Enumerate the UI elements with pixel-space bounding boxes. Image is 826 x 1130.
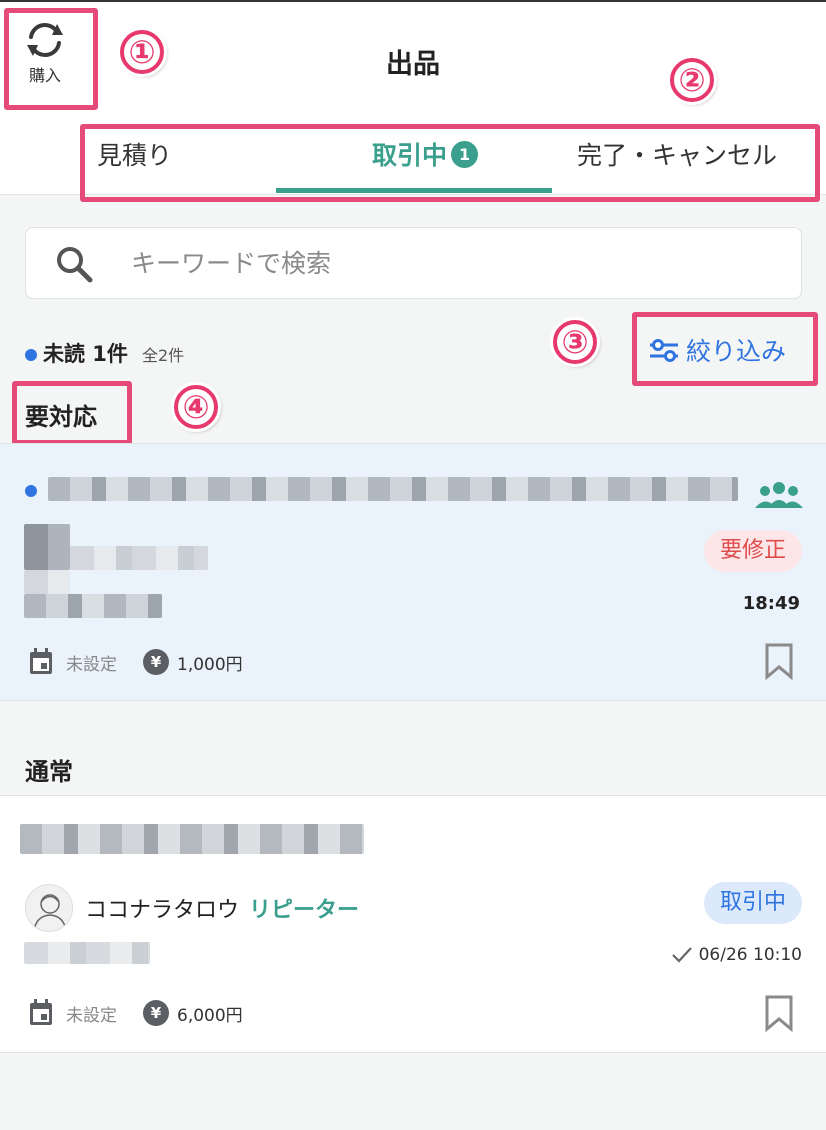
redacted-thumbnail: [24, 524, 70, 570]
bookmark-icon[interactable]: [764, 642, 794, 680]
card-meta: 未設定 ¥ 1,000円: [28, 648, 243, 676]
unread-dot-icon: [25, 349, 37, 361]
yen-icon: ¥: [143, 649, 169, 675]
unread-indicator: [25, 485, 37, 497]
search-box[interactable]: [25, 227, 802, 299]
transaction-card-normal[interactable]: ココナラタロウ リピーター 取引中 06/26 10:10 未設定 ¥ 6,00…: [0, 795, 826, 1053]
calendar-icon: [30, 999, 52, 1025]
annotation-number-2: ②: [670, 58, 714, 102]
last-update: 06/26 10:10: [671, 945, 802, 965]
top-border: [0, 0, 826, 2]
unread-count: 未読 1件: [43, 342, 128, 366]
user-name[interactable]: ココナラタロウ: [85, 892, 239, 924]
delivery-date: 未設定: [66, 654, 117, 675]
redacted-detail-3: [24, 594, 162, 618]
calendar-icon: [30, 648, 52, 674]
card-meta: 未設定 ¥ 6,000円: [28, 999, 243, 1027]
group-icon: [755, 482, 803, 508]
user-portrait-icon: [33, 894, 67, 931]
status-badge-needs-fix: 要修正: [703, 530, 802, 572]
redacted-title: [20, 824, 364, 854]
bookmark-icon[interactable]: [764, 994, 794, 1032]
yen-icon: ¥: [143, 1000, 169, 1026]
redacted-detail-1: [70, 546, 208, 570]
price: 1,000円: [177, 654, 243, 675]
annotation-box-2: [80, 124, 820, 202]
user-row: ココナラタロウ リピーター: [25, 884, 359, 932]
annotation-box-1: [4, 8, 98, 110]
repeater-badge: リピーター: [249, 898, 360, 923]
annotation-number-4: ④: [174, 385, 218, 429]
last-update-datetime: 06/26 10:10: [698, 945, 802, 965]
redacted-detail-2: [24, 570, 70, 594]
transaction-card-urgent[interactable]: 要修正 18:49 未設定 ¥ 1,000円: [0, 443, 826, 701]
unread-summary: 未読 1件 全2件: [25, 338, 184, 368]
checkmark-icon: [671, 947, 692, 963]
avatar: [25, 884, 73, 932]
price: 6,000円: [177, 1005, 243, 1026]
delivery-date: 未設定: [66, 1005, 117, 1026]
redacted-title: [48, 477, 738, 501]
redacted-detail: [24, 942, 150, 964]
total-count: 全2件: [141, 346, 185, 365]
search-icon: [57, 247, 93, 283]
annotation-number-3: ③: [553, 320, 597, 364]
annotation-number-1: ①: [120, 30, 164, 74]
annotation-box-4: [12, 381, 132, 445]
annotation-box-3: [632, 312, 818, 386]
status-badge-in-progress: 取引中: [703, 882, 802, 924]
last-update-time: 18:49: [742, 593, 800, 614]
search-input[interactable]: [131, 228, 731, 298]
section-title-normal: 通常: [25, 758, 73, 786]
